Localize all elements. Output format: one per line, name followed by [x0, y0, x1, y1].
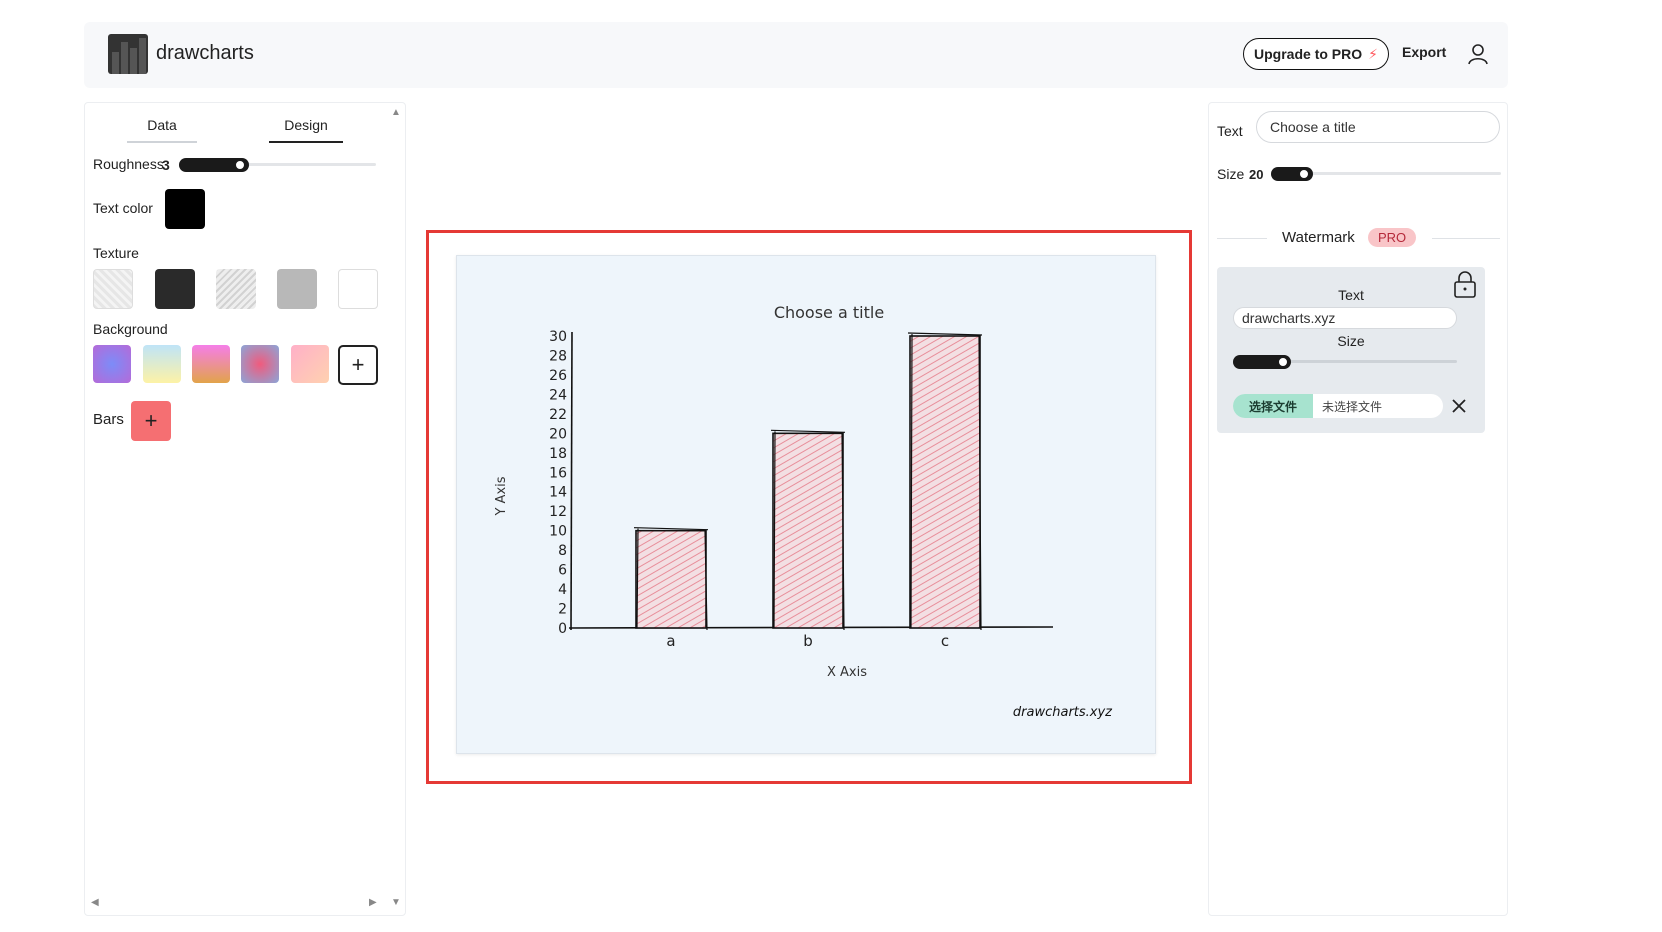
x-axis-label: X Axis [827, 665, 867, 680]
title-panel: Text Choose a title Size 20 Watermark PR… [1208, 102, 1508, 916]
watermark-settings-locked: Text drawcharts.xyz Size 选择文件 未选择文件 [1217, 267, 1485, 433]
watermark-text-input[interactable]: drawcharts.xyz [1233, 307, 1457, 329]
design-panel: Data Design Roughness 3 Text color Textu… [84, 102, 406, 916]
watermark-text-label: Text [1338, 287, 1364, 303]
texture-label: Texture [93, 245, 139, 261]
chart-watermark: drawcharts.xyz [1013, 705, 1113, 720]
watermark-divider-left [1217, 238, 1267, 239]
lightning-icon: ⚡ [1368, 45, 1378, 62]
y-tick-label: 4 [558, 582, 567, 598]
texture-option-paper[interactable] [93, 269, 133, 309]
y-tick-labels: 024681012141618202224262830 [549, 329, 567, 637]
user-icon[interactable] [1466, 42, 1490, 66]
title-size-slider-handle[interactable] [1297, 167, 1311, 181]
y-tick-label: 18 [549, 446, 567, 462]
y-tick-label: 14 [549, 485, 567, 501]
watermark-divider-right [1432, 238, 1500, 239]
watermark-size-label: Size [1337, 333, 1365, 349]
bar-chart: Choose a title Y Axis X Axis drawcharts.… [494, 303, 1113, 720]
upgrade-label: Upgrade to PRO [1254, 46, 1363, 62]
texture-option-dark[interactable] [155, 269, 195, 309]
y-tick-label: 26 [549, 368, 567, 384]
y-tick-label: 6 [558, 563, 567, 579]
y-axis-label: Y Axis [494, 476, 509, 516]
add-background-button[interactable]: + [338, 345, 378, 385]
text-color-picker[interactable] [165, 189, 205, 229]
roughness-label: Roughness [93, 156, 164, 172]
title-size-value: 20 [1249, 167, 1264, 182]
x-tick-labels: a b c [666, 632, 949, 650]
background-option-purple[interactable] [93, 345, 131, 383]
background-option-sky[interactable] [143, 345, 181, 383]
chart-canvas: Choose a title Y Axis X Axis drawcharts.… [456, 255, 1156, 754]
tab-data[interactable]: Data [127, 117, 197, 143]
brand-name: drawcharts [156, 42, 254, 64]
y-tick-label: 0 [558, 621, 567, 637]
title-text-label: Text [1217, 123, 1243, 139]
y-tick-label: 2 [558, 602, 567, 618]
pro-badge: PRO [1368, 228, 1417, 247]
background-option-glow[interactable] [241, 345, 279, 383]
file-status-text: 未选择文件 [1322, 399, 1383, 414]
bars-label: Bars [93, 411, 124, 428]
scroll-right-arrow-icon[interactable]: ▶ [369, 897, 377, 908]
y-tick-label: 8 [558, 543, 567, 559]
texture-option-gray[interactable] [277, 269, 317, 309]
y-tick-label: 16 [549, 465, 567, 481]
bar-b [772, 432, 844, 629]
add-bar-button[interactable]: + [131, 401, 171, 441]
background-option-peach[interactable] [291, 345, 329, 383]
chart-bars [633, 332, 983, 631]
title-input[interactable]: Choose a title [1256, 111, 1500, 143]
y-axis-line [570, 331, 573, 631]
scroll-left-arrow-icon[interactable]: ◀ [91, 897, 99, 908]
upgrade-button[interactable]: Upgrade to PRO ⚡ [1243, 38, 1389, 70]
logo-icon [108, 34, 148, 74]
texture-option-none[interactable] [338, 269, 378, 309]
scroll-down-arrow-icon[interactable]: ▼ [391, 897, 401, 908]
watermark-file-input[interactable]: 选择文件 未选择文件 [1233, 394, 1443, 418]
x-tick-label: c [941, 632, 949, 650]
tab-design[interactable]: Design [269, 117, 343, 143]
watermark-heading: Watermark [1282, 229, 1355, 246]
y-tick-label: 30 [549, 329, 567, 345]
choose-file-button[interactable]: 选择文件 [1233, 394, 1314, 418]
export-button[interactable]: Export [1402, 44, 1446, 60]
roughness-slider-handle[interactable] [233, 158, 247, 172]
text-color-label: Text color [93, 200, 153, 216]
app-header: drawcharts Upgrade to PRO ⚡ Export [84, 22, 1508, 88]
bar-a [635, 529, 707, 629]
texture-option-crumpled[interactable] [216, 269, 256, 309]
background-label: Background [93, 321, 168, 337]
roughness-value: 3 [162, 157, 170, 173]
title-size-label: Size [1217, 166, 1245, 182]
bar-c [909, 335, 981, 629]
y-tick-label: 28 [549, 348, 567, 364]
x-tick-label: a [666, 632, 675, 650]
scroll-up-arrow-icon[interactable]: ▲ [391, 107, 401, 118]
y-tick-label: 12 [549, 504, 567, 520]
close-icon[interactable] [1451, 398, 1467, 414]
watermark-size-slider-handle[interactable] [1276, 355, 1290, 369]
y-tick-label: 10 [549, 524, 567, 540]
background-option-sunset[interactable] [192, 345, 230, 383]
x-tick-label: b [803, 632, 813, 650]
y-tick-label: 24 [549, 387, 567, 403]
chart-title: Choose a title [774, 303, 884, 322]
y-tick-label: 20 [549, 426, 567, 442]
y-tick-label: 22 [549, 407, 567, 423]
